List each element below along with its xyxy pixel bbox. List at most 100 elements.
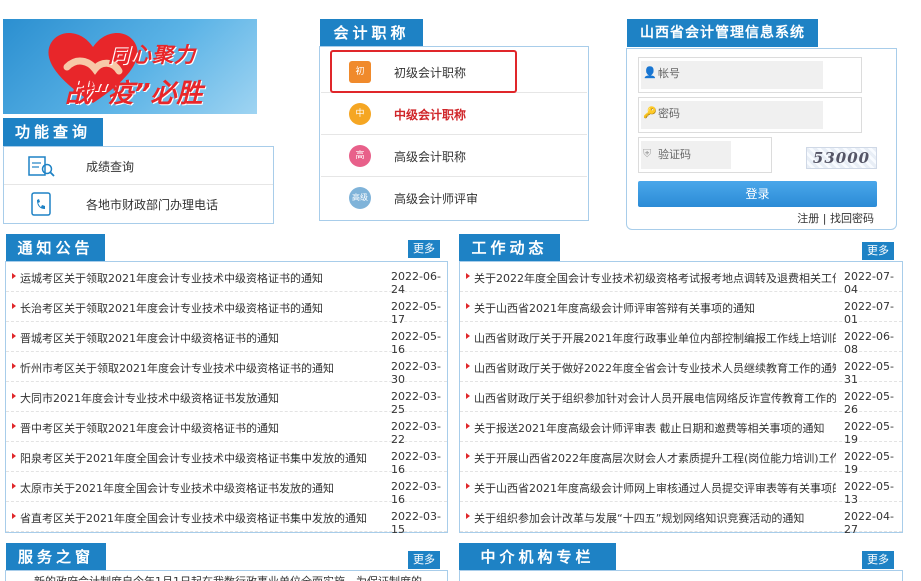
account-placeholder: 帐号	[658, 67, 680, 80]
shield-icon: ⛨	[643, 147, 652, 160]
title-item-intermediate[interactable]: 中 中级会计职称	[321, 93, 587, 135]
captcha-image[interactable]: 53000	[806, 147, 877, 169]
list-item[interactable]: 关于报送2021年度高级会计师评审表 截止日期和邀费等相关事项的通知 2022-0…	[460, 412, 902, 446]
bullet-arrow-icon	[12, 513, 16, 519]
service-more-button[interactable]: 更多	[408, 551, 440, 569]
list-item-title[interactable]: 长治考区关于领取2021年度会计专业技术中级资格证书的通知	[20, 300, 385, 316]
phone-book-icon	[31, 192, 51, 216]
bullet-arrow-icon	[466, 333, 470, 339]
list-item[interactable]: 山西省财政厅关于开展2021年度行政事业单位内部控制编报工作线上培训的... 20…	[460, 322, 902, 356]
list-item[interactable]: 省直考区关于2021年度全国会计专业技术中级资格证书集中发放的通知 2022-03…	[6, 502, 447, 536]
list-item-title[interactable]: 运城考区关于领取2021年度会计专业技术中级资格证书的通知	[20, 270, 385, 286]
service-preview-item[interactable]: 新的政府会计制度自今年1月1日起在我数行政事业单位全面实施，为保证制度的	[34, 573, 422, 581]
login-section-title: 山西省会计管理信息系统	[627, 19, 818, 47]
bullet-arrow-icon	[466, 303, 470, 309]
list-item-title[interactable]: 山西省财政厅关于组织参加针对会计人员开展电信网络反诈宣传教育工作的...	[474, 390, 836, 406]
register-link[interactable]: 注册	[797, 212, 819, 225]
list-item-title[interactable]: 关于报送2021年度高级会计师评审表 截止日期和邀费等相关事项的通知	[474, 420, 836, 436]
list-item-title[interactable]: 太原市关于2021年度全国会计专业技术中级资格证书发放的通知	[20, 480, 385, 496]
func-item-phones-label: 各地市财政部门办理电话	[86, 198, 219, 212]
password-placeholder: 密码	[658, 107, 680, 120]
user-icon: 👤	[643, 66, 657, 79]
notices-more-button[interactable]: 更多	[408, 240, 440, 258]
login-links: 注册 | 找回密码	[797, 210, 874, 226]
list-item-title[interactable]: 阳泉考区关于2021年度全国会计专业技术中级资格证书集中发放的通知	[20, 450, 385, 466]
bullet-arrow-icon	[466, 483, 470, 489]
senior-badge-icon: 高	[349, 145, 371, 167]
login-button[interactable]: 登录	[638, 181, 877, 207]
list-item[interactable]: 晋城考区关于领取2021年度会计中级资格证书的通知 2022-05-16	[6, 322, 447, 356]
list-item-title[interactable]: 省直考区关于2021年度全国会计专业技术中级资格证书集中发放的通知	[20, 510, 385, 526]
title-item-senior-review[interactable]: 高级 高级会计师评审	[321, 177, 587, 219]
title-item-senior[interactable]: 高 高级会计职称	[321, 135, 587, 177]
list-item-date: 2022-03-15	[391, 510, 441, 536]
list-item[interactable]: 运城考区关于领取2021年度会计专业技术中级资格证书的通知 2022-06-24	[6, 262, 447, 296]
agency-more-button[interactable]: 更多	[862, 551, 894, 569]
title-item-senior-label: 高级会计职称	[394, 150, 467, 164]
func-item-score[interactable]: 成绩查询	[4, 147, 273, 185]
forgot-password-link[interactable]: 找回密码	[830, 212, 874, 225]
list-item-title[interactable]: 关于山西省2021年度高级会计师网上审核通过人员提交评审表等有关事项的...	[474, 480, 836, 496]
work-section-title: 工作动态	[459, 234, 560, 262]
bullet-arrow-icon	[12, 333, 16, 339]
list-item[interactable]: 大同市2021年度会计专业技术中级资格证书发放通知 2022-03-25	[6, 382, 447, 416]
list-item-title[interactable]: 忻州市考区关于领取2021年度会计专业技术中级资格证书的通知	[20, 360, 385, 376]
list-item[interactable]: 晋中考区关于领取2021年度会计中级资格证书的通知 2022-03-22	[6, 412, 447, 446]
senior-review-badge-icon: 高级	[349, 187, 371, 209]
func-section-title: 功能查询	[3, 118, 103, 146]
list-item-title[interactable]: 山西省财政厅关于开展2021年度行政事业单位内部控制编报工作线上培训的...	[474, 330, 836, 346]
list-item[interactable]: 关于开展山西省2022年度高层次财会人才素质提升工程(岗位能力培训)工作... 2…	[460, 442, 902, 476]
list-item[interactable]: 山西省财政厅关于组织参加针对会计人员开展电信网络反诈宣传教育工作的... 2022…	[460, 382, 902, 416]
highlight-box	[330, 50, 517, 93]
bullet-arrow-icon	[466, 273, 470, 279]
bullet-arrow-icon	[466, 513, 470, 519]
captcha-placeholder: 验证码	[658, 148, 691, 161]
title-item-senior-review-label: 高级会计师评审	[394, 192, 479, 206]
func-panel: 成绩查询 各地市财政部门办理电话	[3, 146, 274, 224]
list-item[interactable]: 山西省财政厅关于做好2022年度全省会计专业技术人员继续教育工作的通知 2022-…	[460, 352, 902, 386]
func-item-score-label: 成绩查询	[86, 160, 135, 174]
list-item-title[interactable]: 关于组织参加会计改革与发展“十四五”规划网络知识竞赛活动的通知	[474, 510, 836, 526]
bullet-arrow-icon	[12, 303, 16, 309]
list-item-title[interactable]: 关于2022年度全国会计专业技术初级资格考试报考地点调转及退费相关工作...	[474, 270, 836, 286]
notices-panel: 运城考区关于领取2021年度会计专业技术中级资格证书的通知 2022-06-24 长…	[5, 261, 448, 536]
bullet-arrow-icon	[466, 423, 470, 429]
bullet-arrow-icon	[466, 453, 470, 459]
list-item[interactable]: 长治考区关于领取2021年度会计专业技术中级资格证书的通知 2022-05-17	[6, 292, 447, 326]
titles-section-title: 会计职称	[320, 19, 423, 47]
work-more-button[interactable]: 更多	[862, 242, 894, 260]
bullet-arrow-icon	[12, 453, 16, 459]
list-item[interactable]: 忻州市考区关于领取2021年度会计专业技术中级资格证书的通知 2022-03-30	[6, 352, 447, 386]
list-item[interactable]: 关于山西省2021年度高级会计师评审答辩有关事项的通知 2022-07-01	[460, 292, 902, 326]
epidemic-banner[interactable]: 同心聚力 战“疫”必胜	[3, 19, 257, 114]
account-field[interactable]: 👤 帐号	[638, 57, 862, 93]
list-item[interactable]: 关于山西省2021年度高级会计师网上审核通过人员提交评审表等有关事项的... 20…	[460, 472, 902, 506]
list-item[interactable]: 太原市关于2021年度全国会计专业技术中级资格证书发放的通知 2022-03-16	[6, 472, 447, 506]
list-item[interactable]: 关于2022年度全国会计专业技术初级资格考试报考地点调转及退费相关工作... 20…	[460, 262, 902, 296]
list-item-title[interactable]: 晋城考区关于领取2021年度会计中级资格证书的通知	[20, 330, 385, 346]
key-icon: 🔑	[643, 106, 657, 119]
link-separator: |	[822, 212, 827, 225]
captcha-field[interactable]: ⛨ 验证码	[638, 137, 772, 173]
list-item[interactable]: 关于组织参加会计改革与发展“十四五”规划网络知识竞赛活动的通知 2022-04-2…	[460, 502, 902, 536]
bullet-arrow-icon	[12, 363, 16, 369]
score-search-icon	[28, 156, 55, 177]
bullet-arrow-icon	[12, 393, 16, 399]
bullet-arrow-icon	[12, 273, 16, 279]
service-section-title: 服务之窗	[6, 543, 106, 571]
password-field[interactable]: 🔑 密码	[638, 97, 862, 133]
title-item-intermediate-label: 中级会计职称	[394, 108, 467, 122]
func-item-phones[interactable]: 各地市财政部门办理电话	[4, 185, 273, 223]
list-item-title[interactable]: 大同市2021年度会计专业技术中级资格证书发放通知	[20, 390, 385, 406]
list-item-title[interactable]: 关于山西省2021年度高级会计师评审答辩有关事项的通知	[474, 300, 836, 316]
list-item-title[interactable]: 晋中考区关于领取2021年度会计中级资格证书的通知	[20, 420, 385, 436]
login-panel: 👤 帐号 🔑 密码 ⛨ 验证码 53000 登录 注册 | 找回密码	[626, 48, 897, 230]
list-item[interactable]: 阳泉考区关于2021年度全国会计专业技术中级资格证书集中发放的通知 2022-03…	[6, 442, 447, 476]
list-item-title[interactable]: 山西省财政厅关于做好2022年度全省会计专业技术人员继续教育工作的通知	[474, 360, 836, 376]
agency-panel	[459, 570, 903, 581]
list-item-date: 2022-04-27	[844, 510, 894, 536]
bullet-arrow-icon	[12, 423, 16, 429]
banner-line1: 同心聚力	[108, 43, 196, 67]
intermediate-badge-icon: 中	[349, 103, 371, 125]
list-item-title[interactable]: 关于开展山西省2022年度高层次财会人才素质提升工程(岗位能力培训)工作...	[474, 450, 836, 466]
